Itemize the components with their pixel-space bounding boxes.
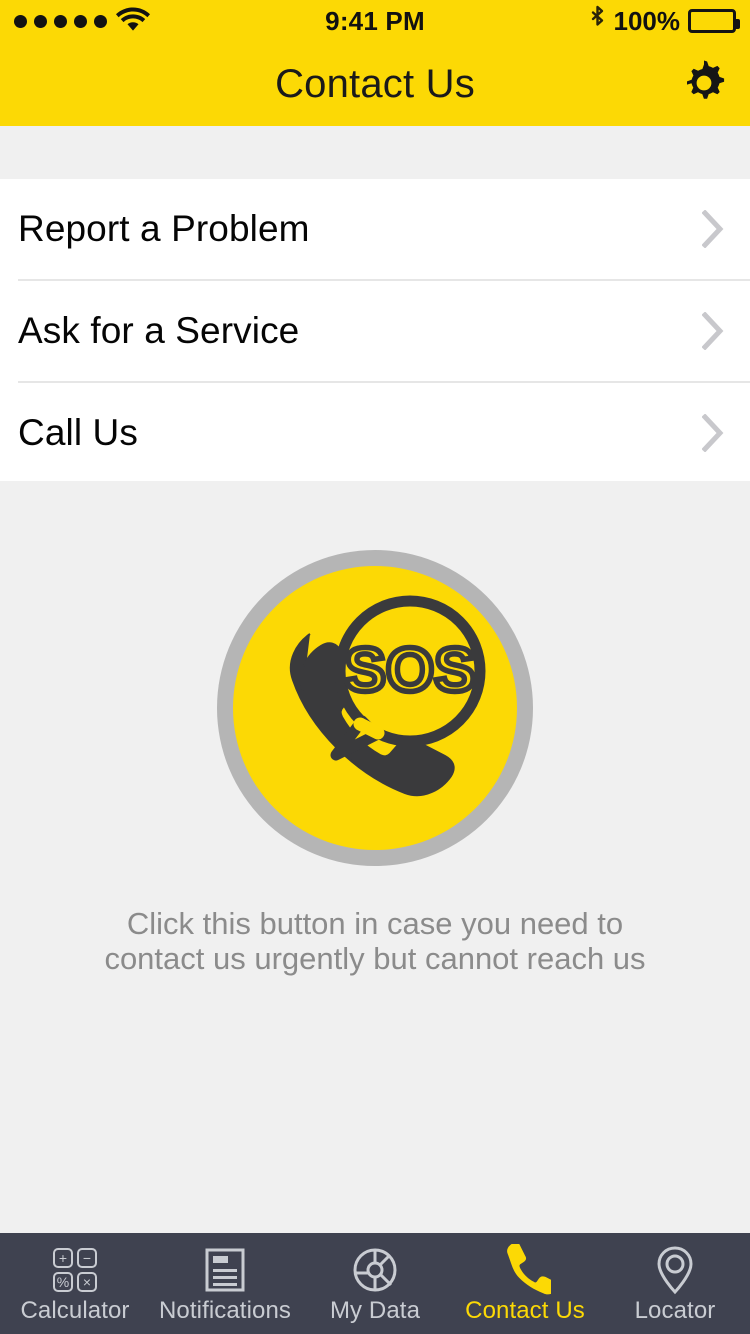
signal-dot	[54, 14, 67, 28]
signal-strength-dots	[14, 14, 107, 28]
tab-label: Locator	[634, 1296, 716, 1324]
list-top-spacer	[0, 126, 750, 179]
contact-options-list: Report a Problem Ask for a Service Call …	[0, 179, 750, 483]
sos-emergency-call-button[interactable]: SOS	[210, 543, 540, 873]
signal-dot	[94, 14, 107, 28]
list-item-report-a-problem[interactable]: Report a Problem	[0, 179, 750, 279]
signal-dot	[34, 14, 47, 28]
calculator-key-plus: +	[53, 1247, 73, 1268]
tab-label: Contact Us	[465, 1296, 585, 1324]
map-pin-icon	[655, 1245, 695, 1294]
signal-dot	[74, 14, 87, 28]
settings-button[interactable]	[676, 56, 732, 112]
tab-label: My Data	[329, 1296, 421, 1324]
phone-handset-icon	[499, 1243, 551, 1294]
battery-full-icon	[688, 9, 740, 33]
bluetooth-icon	[589, 5, 606, 38]
list-item-ask-for-a-service[interactable]: Ask for a Service	[0, 281, 750, 381]
gear-icon	[678, 57, 730, 112]
tab-notifications[interactable]: Notifications	[150, 1233, 300, 1334]
status-bar-time: 9:41 PM	[325, 5, 425, 36]
calculator-key-percent: %	[53, 1271, 73, 1292]
sos-caption: Click this button in case you need to co…	[0, 906, 750, 977]
app-screen: 9:41 PM 100% Contact Us Report a Problem…	[0, 0, 750, 1334]
tab-contact-us[interactable]: Contact Us	[450, 1233, 600, 1334]
chevron-right-icon	[701, 413, 724, 453]
list-item-label: Ask for a Service	[18, 310, 300, 351]
signal-dot	[14, 14, 27, 28]
pie-chart-icon	[351, 1247, 399, 1293]
calculator-key-times: ×	[77, 1271, 97, 1292]
tab-label: Notifications	[158, 1296, 292, 1324]
sos-button-wrapper: SOS	[0, 543, 750, 873]
wifi-icon	[116, 6, 150, 37]
calculator-icon: + − % ×	[53, 1247, 97, 1293]
sos-caption-line-1: Click this button in case you need to	[126, 906, 624, 941]
calculator-key-minus: −	[77, 1247, 97, 1268]
page-title: Contact Us	[275, 61, 475, 106]
battery-percent-label: 100%	[613, 5, 681, 36]
sos-content-area: SOS Click this button in case you need t…	[0, 481, 750, 1233]
bottom-tab-bar: + − % × Calculator Notifications My Data…	[0, 1233, 750, 1334]
status-bar: 9:41 PM 100%	[0, 0, 750, 42]
sos-emergency-call-icon: SOS	[210, 550, 540, 876]
chevron-right-icon	[701, 209, 724, 249]
nav-bar: Contact Us	[0, 42, 750, 126]
list-item-label: Report a Problem	[18, 208, 310, 249]
tab-calculator[interactable]: + − % × Calculator	[0, 1233, 150, 1334]
sos-caption-line-2: contact us urgently but cannot reach us	[104, 941, 646, 977]
tab-label: Calculator	[20, 1296, 130, 1324]
list-item-call-us[interactable]: Call Us	[0, 383, 750, 483]
chevron-right-icon	[701, 311, 724, 351]
document-lines-icon	[204, 1247, 246, 1293]
list-item-label: Call Us	[18, 412, 138, 453]
tab-locator[interactable]: Locator	[600, 1233, 750, 1334]
sos-badge-text: SOS	[345, 636, 476, 705]
tab-my-data[interactable]: My Data	[300, 1233, 450, 1334]
status-bar-left	[14, 6, 150, 37]
status-bar-right: 100%	[589, 5, 740, 38]
